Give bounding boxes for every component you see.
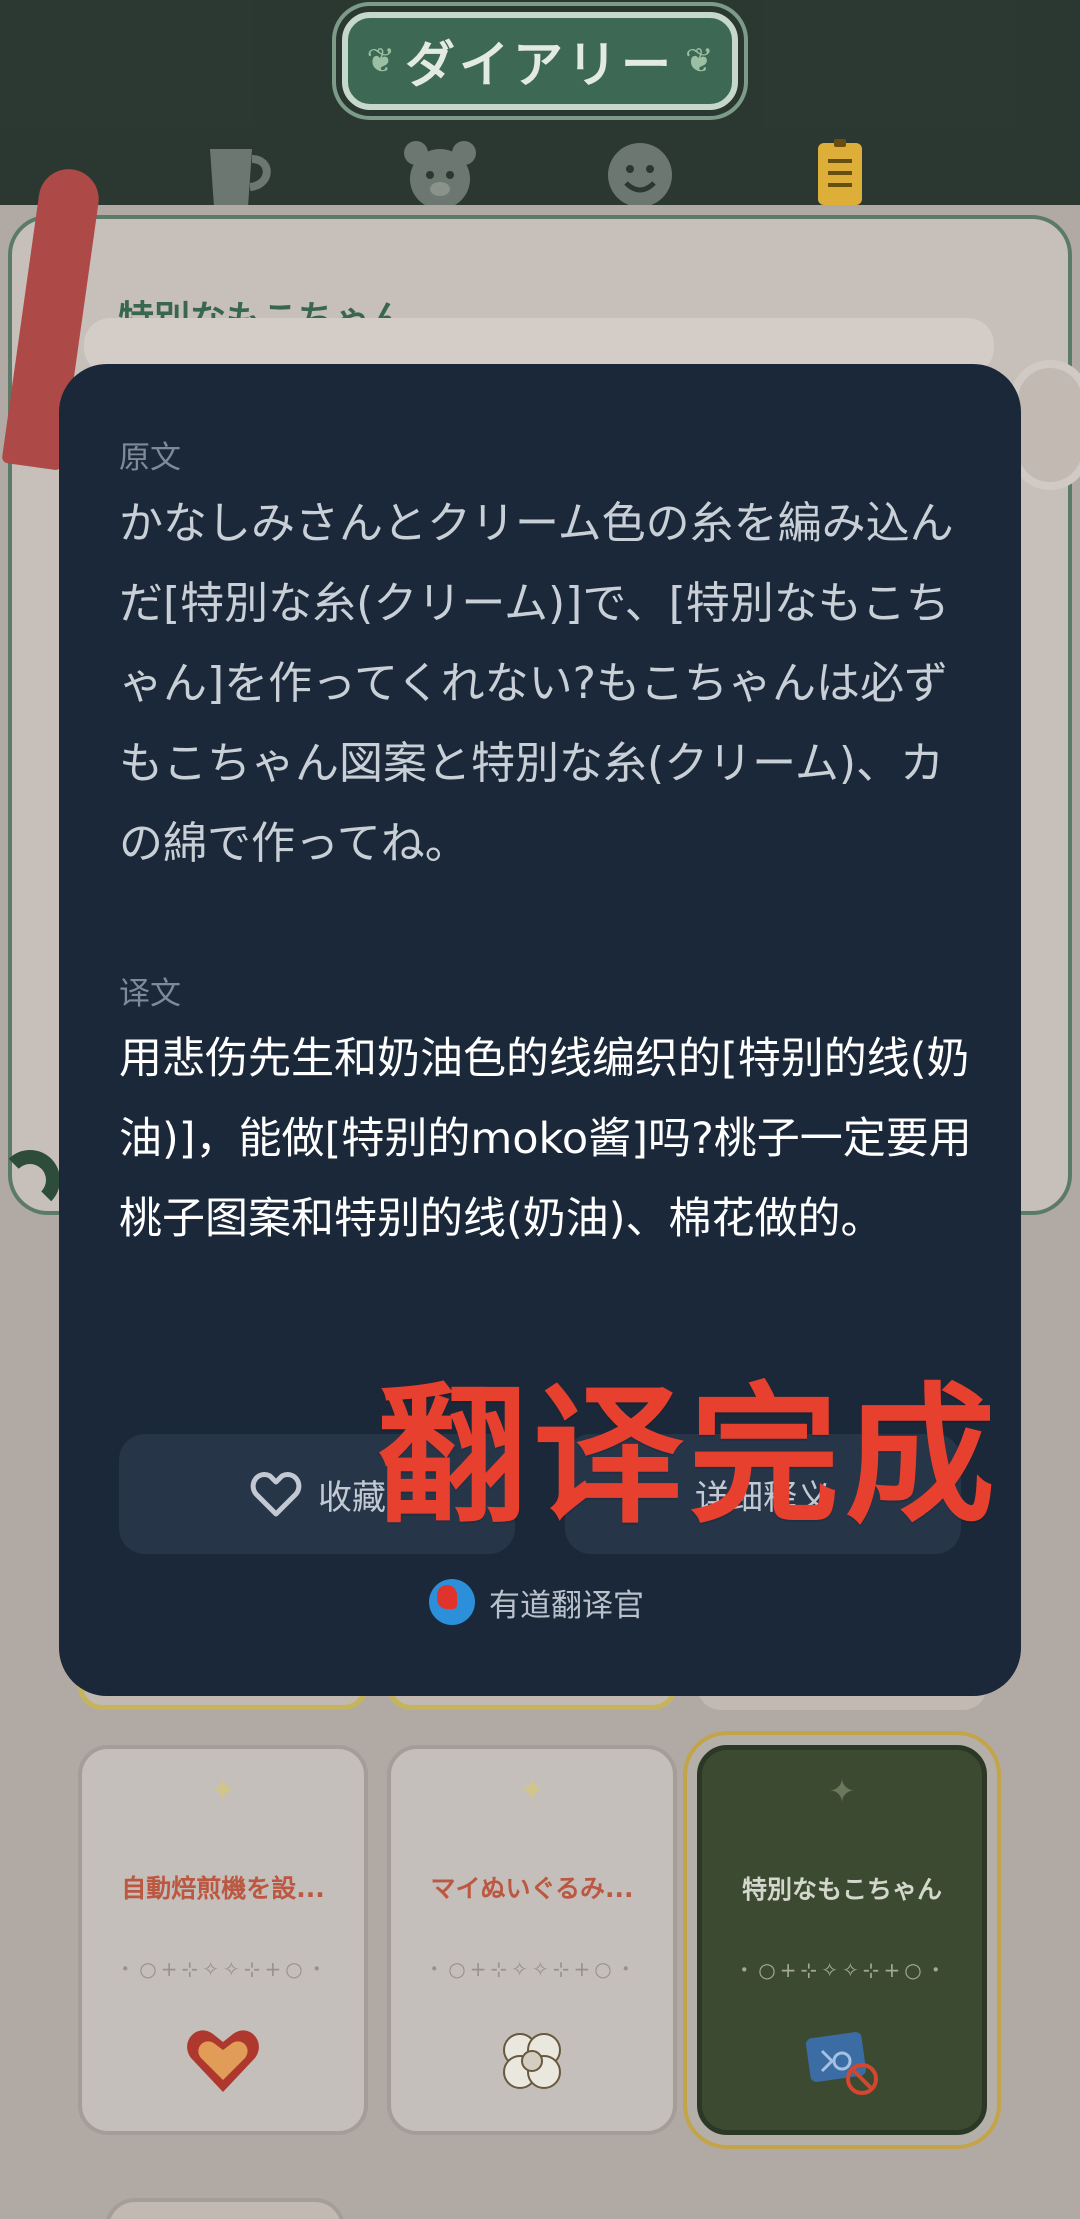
favorite-label: 收藏 bbox=[318, 1477, 386, 1518]
original-text: かなしみさんとクリーム色の糸を編み込んだ[特別な糸(クリーム)]で、[特別なもこ… bbox=[119, 498, 954, 869]
translation-label: 译文 bbox=[119, 976, 181, 1012]
translation-text: 用悲伤先生和奶油色的线编织的[特别的线(奶油)]，能做[特别的moko酱]吗?桃… bbox=[119, 1034, 972, 1244]
brand-name: 有道翻译官 bbox=[489, 1587, 644, 1624]
youdao-logo-icon bbox=[429, 1579, 475, 1625]
heart-outline-icon bbox=[250, 1472, 302, 1517]
brand: 有道翻译官 bbox=[429, 1579, 644, 1625]
translation-complete-stamp: 翻译完成 bbox=[377, 1370, 1002, 1544]
original-label: 原文 bbox=[119, 440, 181, 476]
